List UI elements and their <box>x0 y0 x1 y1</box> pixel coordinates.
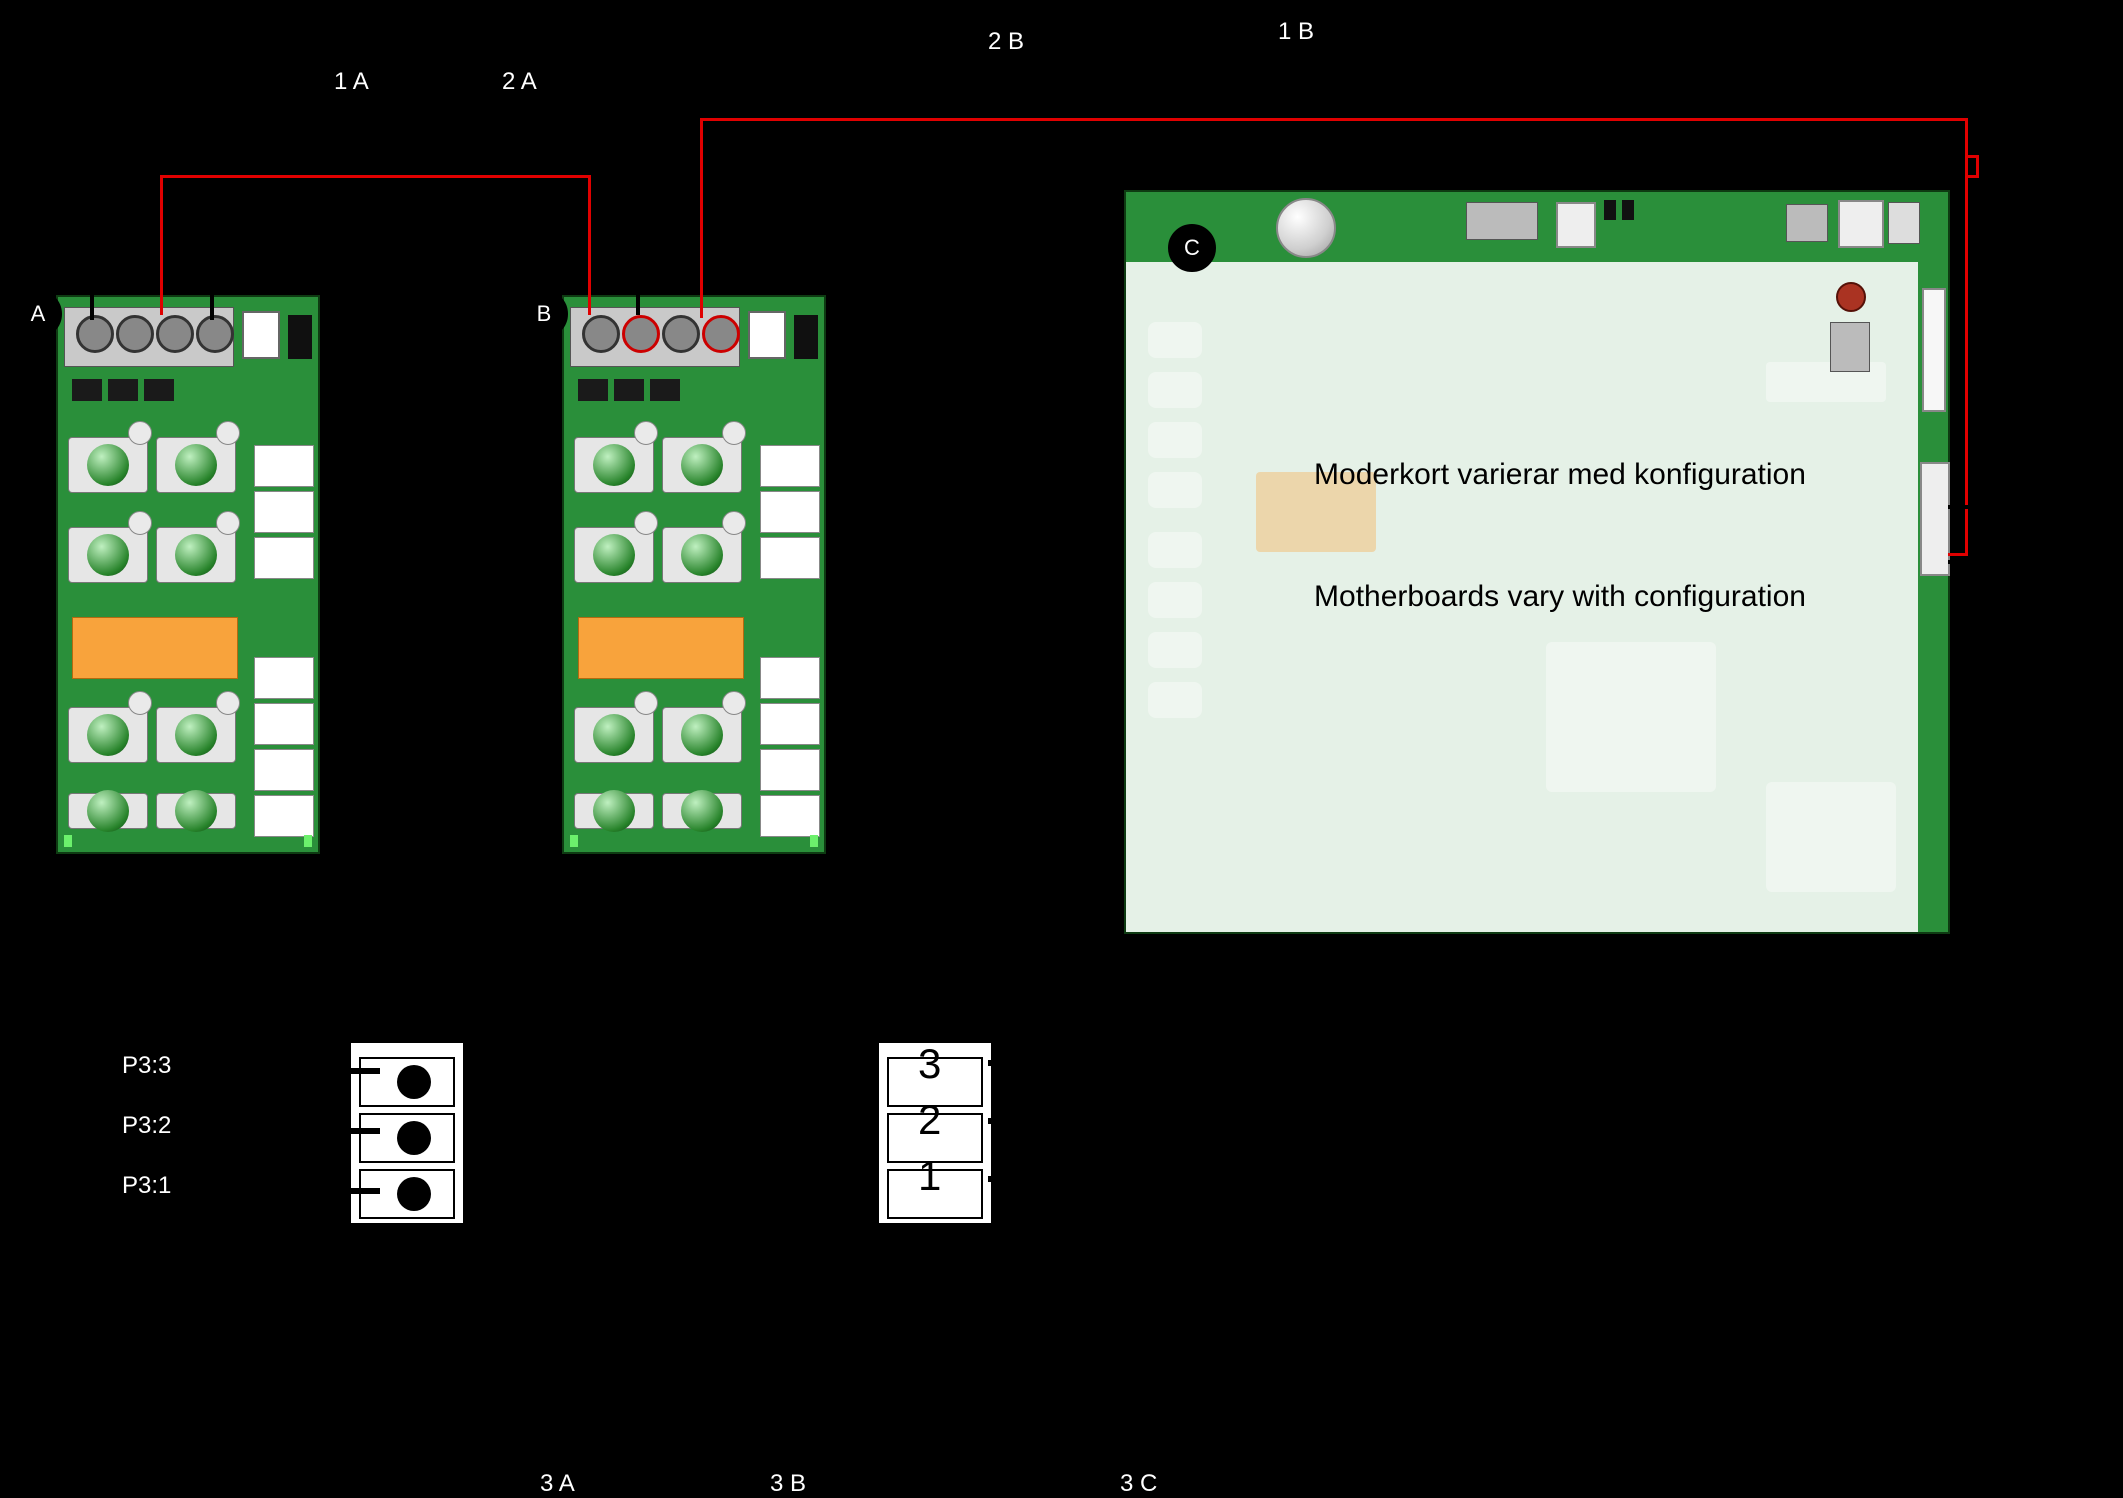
relay <box>68 515 148 595</box>
num-3: 3 <box>918 1040 941 1088</box>
label-3A: 3 A <box>540 1470 575 1498</box>
terminal-B1 <box>582 315 620 353</box>
pcb-A <box>56 295 320 854</box>
relay <box>156 695 236 775</box>
num-1: 1 <box>918 1152 941 1200</box>
right-terminal <box>1920 462 1950 576</box>
relay <box>68 425 148 505</box>
label-3B: 3 B <box>770 1470 806 1498</box>
wire-black <box>210 200 214 320</box>
jst-A <box>242 311 280 359</box>
header-B <box>794 315 818 359</box>
note-sv: Moderkort varierar med konfiguration <box>1300 458 1820 492</box>
terminal-A3 <box>156 315 194 353</box>
label-2B: 2 B <box>988 28 1024 56</box>
badge-C: C <box>1168 224 1216 272</box>
smd <box>108 379 138 401</box>
relay <box>156 515 236 595</box>
smd <box>72 379 102 401</box>
pad <box>254 445 314 487</box>
badge-A: A <box>14 290 62 338</box>
motherboard-C <box>1124 190 1950 934</box>
terminal-B2 <box>622 315 660 353</box>
label-1B: 1 B <box>1278 18 1314 46</box>
relay <box>68 695 148 775</box>
wire-black <box>90 200 94 320</box>
label-3C: 3 C <box>1120 1470 1157 1498</box>
pad <box>254 657 314 699</box>
num-2: 2 <box>918 1096 941 1144</box>
relay <box>156 425 236 505</box>
label-p3-3: P3:3 <box>122 1052 171 1080</box>
smd <box>144 379 174 401</box>
terminal-A4 <box>196 315 234 353</box>
edge-connector <box>1922 288 1946 412</box>
label-p3-1: P3:1 <box>122 1172 171 1200</box>
ic-orange-B <box>578 617 744 679</box>
pad <box>254 795 314 837</box>
pad <box>254 749 314 791</box>
red-button <box>1836 282 1866 312</box>
pad <box>254 491 314 533</box>
note-en: Motherboards vary with configuration <box>1300 580 1820 614</box>
relay <box>68 781 148 841</box>
pad <box>254 537 314 579</box>
diagram-canvas: 1 A 2 A 2 B 1 B A <box>0 0 2123 1493</box>
pcb-B <box>562 295 826 854</box>
label-1A: 1 A <box>334 68 369 96</box>
pad <box>254 703 314 745</box>
label-2A: 2 A <box>502 68 537 96</box>
terminal-B4 <box>702 315 740 353</box>
relay <box>156 781 236 841</box>
terminal-A2 <box>116 315 154 353</box>
terminal-A1 <box>76 315 114 353</box>
jst-B <box>748 311 786 359</box>
header-A <box>288 315 312 359</box>
label-p3-2: P3:2 <box>122 1112 171 1140</box>
terminal-B3 <box>662 315 700 353</box>
badge-B: B <box>520 290 568 338</box>
dome-button <box>1276 198 1336 258</box>
ic-orange-A <box>72 617 238 679</box>
